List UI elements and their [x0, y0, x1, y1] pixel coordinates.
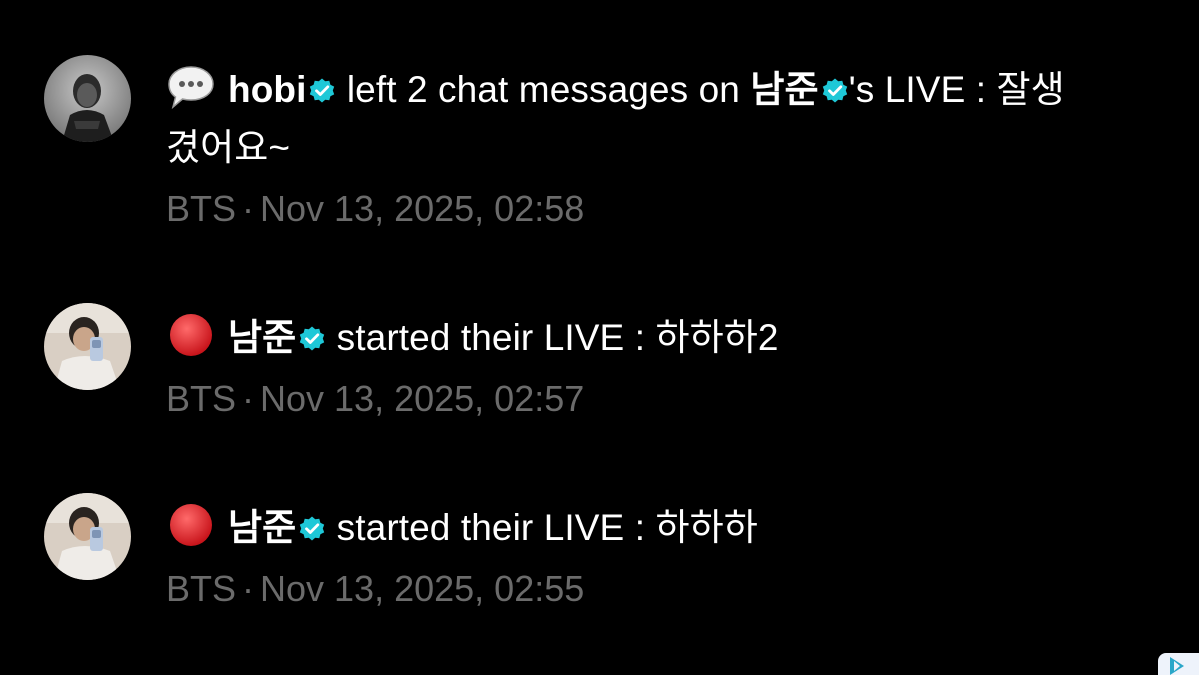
- notification-text: 남준 started their LIVE : 하하하2: [166, 309, 1166, 367]
- notification-message-suffix: 's LIVE : 잘생: [848, 69, 1065, 110]
- notification-text: 남준 started their LIVE : 하하하: [166, 499, 1166, 557]
- notification-meta: BTS · Nov 13, 2025, 02:55: [166, 563, 1166, 615]
- notification-message: left 2 chat messages on: [336, 69, 751, 110]
- notification-meta: BTS · Nov 13, 2025, 02:58: [166, 183, 1166, 235]
- app-logo-icon: [1158, 653, 1199, 675]
- red-circle-icon: [166, 502, 216, 548]
- target-name[interactable]: 남준: [750, 69, 818, 110]
- notification-message: started their LIVE : 하하하2: [326, 317, 779, 358]
- notification-content: 남준 started their LIVE : 하하하2 BTS · Nov 13,…: [166, 309, 1166, 425]
- verified-badge-icon: [308, 77, 336, 105]
- verified-badge-icon: [298, 325, 326, 353]
- group-name: BTS: [166, 188, 237, 229]
- notification-content: hobi left 2 chat messages on 남준 's LIVE …: [166, 61, 1166, 235]
- notification-message: started their LIVE : 하하하: [326, 507, 758, 548]
- separator: ·: [242, 568, 255, 609]
- avatar[interactable]: [44, 493, 131, 580]
- verified-badge-icon: [298, 515, 326, 543]
- red-circle-icon: [166, 312, 216, 358]
- notification-meta: BTS · Nov 13, 2025, 02:57: [166, 373, 1166, 425]
- actor-name[interactable]: 남준: [228, 507, 296, 548]
- speech-balloon-icon: [166, 64, 216, 110]
- notification-text-continued: 겼어요~: [166, 127, 291, 168]
- avatar[interactable]: [44, 55, 131, 142]
- timestamp: Nov 13, 2025, 02:57: [260, 378, 585, 419]
- timestamp: Nov 13, 2025, 02:58: [260, 188, 585, 229]
- group-name: BTS: [166, 568, 237, 609]
- group-name: BTS: [166, 378, 237, 419]
- actor-name[interactable]: 남준: [228, 317, 296, 358]
- separator: ·: [242, 378, 255, 419]
- verified-badge-icon: [821, 77, 849, 105]
- notification-content: 남준 started their LIVE : 하하하 BTS · Nov 13, …: [166, 499, 1166, 615]
- notification-text: hobi left 2 chat messages on 남준 's LIVE …: [166, 61, 1166, 119]
- timestamp: Nov 13, 2025, 02:55: [260, 568, 585, 609]
- avatar[interactable]: [44, 303, 131, 390]
- separator: ·: [242, 188, 255, 229]
- actor-name[interactable]: hobi: [228, 69, 306, 110]
- notification-feed: hobi left 2 chat messages on 남준 's LIVE …: [0, 0, 1199, 675]
